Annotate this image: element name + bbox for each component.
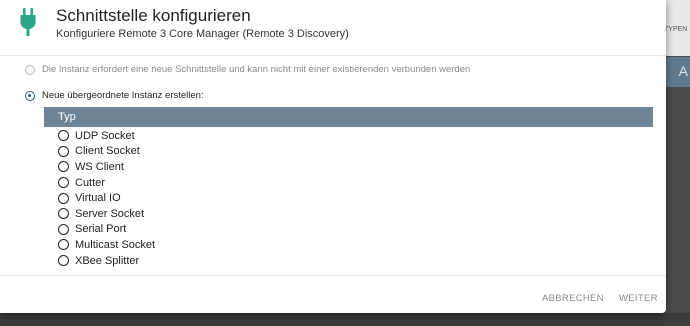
type-option-label[interactable]: WS Client <box>75 161 124 173</box>
type-option[interactable]: Cutter <box>58 175 155 191</box>
new-parent-instance-label[interactable]: Neue übergeordnete Instanz erstellen: <box>42 90 204 101</box>
existing-instance-label: Die Instanz erfordert eine neue Schnitts… <box>42 64 471 75</box>
type-option-label[interactable]: XBee Splitter <box>75 255 139 267</box>
dialog-title: Schnittstelle konfigurieren <box>56 6 251 25</box>
type-option-label[interactable]: Virtual IO <box>75 192 121 204</box>
configure-interface-dialog: Schnittstelle konfigurieren Konfiguriere… <box>0 0 666 313</box>
type-option-radio[interactable] <box>58 223 69 235</box>
type-option-label[interactable]: Server Socket <box>75 208 144 220</box>
type-option[interactable]: Virtual IO <box>58 190 155 206</box>
dialog-subtitle: Konfiguriere Remote 3 Core Manager (Remo… <box>56 28 349 40</box>
type-list: UDP Socket Client Socket WS Client Cutter Vi… <box>58 128 155 268</box>
type-option[interactable]: XBee Splitter <box>58 253 155 269</box>
type-option-radio[interactable] <box>58 208 69 220</box>
type-option[interactable]: Serial Port <box>58 222 155 238</box>
type-option[interactable]: Server Socket <box>58 206 155 222</box>
type-table-header: Typ <box>44 107 653 127</box>
cancel-button[interactable]: ABBRECHEN <box>542 293 604 304</box>
type-option-label[interactable]: UDP Socket <box>75 130 135 142</box>
type-option[interactable]: Client Socket <box>58 144 155 160</box>
type-option-radio[interactable] <box>58 192 69 204</box>
dialog-footer: ABBRECHEN WEITER <box>0 275 666 314</box>
background-header-letter: A <box>678 63 688 79</box>
power-plug-icon <box>20 8 36 36</box>
type-option[interactable]: Multicast Socket <box>58 237 155 253</box>
background-bottom-strip <box>0 313 690 326</box>
type-option-label[interactable]: Serial Port <box>75 223 126 235</box>
new-parent-instance-radio[interactable] <box>25 91 35 101</box>
dialog-header: Schnittstelle konfigurieren Konfiguriere… <box>0 0 666 56</box>
type-option-radio[interactable] <box>58 239 69 251</box>
next-button[interactable]: WEITER <box>619 293 658 304</box>
type-option-radio[interactable] <box>58 255 69 267</box>
type-option-radio[interactable] <box>58 145 69 157</box>
type-option-radio[interactable] <box>58 130 69 142</box>
type-column-header: Typ <box>58 111 76 123</box>
existing-instance-radio[interactable] <box>25 65 35 75</box>
type-option-radio[interactable] <box>58 177 69 189</box>
type-option-radio[interactable] <box>58 161 69 173</box>
type-option-label[interactable]: Client Socket <box>75 145 140 157</box>
type-option-label[interactable]: Multicast Socket <box>75 239 155 251</box>
background-tab-typen: TYPEN <box>664 26 688 33</box>
type-option-label[interactable]: Cutter <box>75 177 105 189</box>
type-option[interactable]: UDP Socket <box>58 128 155 144</box>
type-option[interactable]: WS Client <box>58 159 155 175</box>
